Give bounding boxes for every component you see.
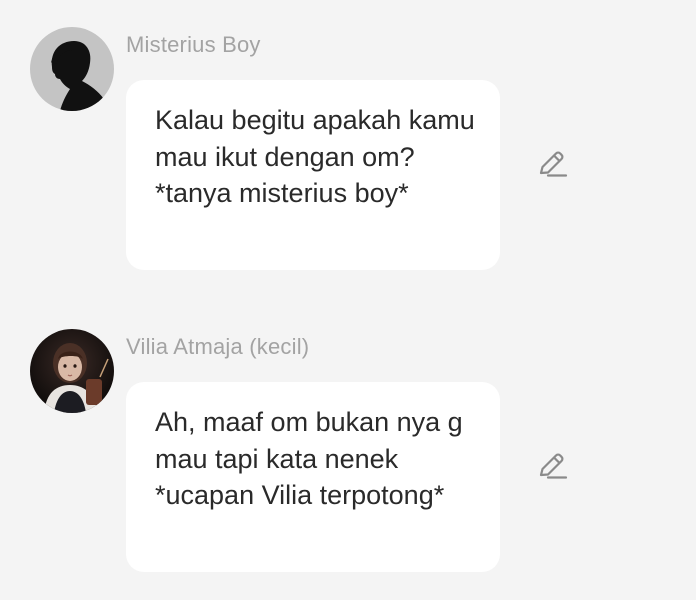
edit-button[interactable]	[534, 450, 570, 484]
pencil-icon	[539, 453, 568, 479]
avatar-vilia-atmaja[interactable]	[30, 329, 114, 413]
message-text: Kalau begitu apakah kamu mau ikut dengan…	[155, 105, 475, 208]
silhouette-avatar-icon	[30, 27, 114, 111]
sender-name: Misterius Boy	[126, 32, 261, 57]
sender-name: Vilia Atmaja (kecil)	[126, 334, 310, 359]
pencil-icon	[539, 151, 568, 177]
message-text: Ah, maaf om bukan nya g mau tapi kata ne…	[155, 407, 463, 510]
girl-photo-avatar-icon	[30, 329, 114, 413]
avatar-misterius-boy[interactable]	[30, 27, 114, 111]
edit-button[interactable]	[534, 148, 570, 182]
message-bubble: Kalau begitu apakah kamu mau ikut dengan…	[126, 80, 500, 270]
message-bubble: Ah, maaf om bukan nya g mau tapi kata ne…	[126, 382, 500, 572]
